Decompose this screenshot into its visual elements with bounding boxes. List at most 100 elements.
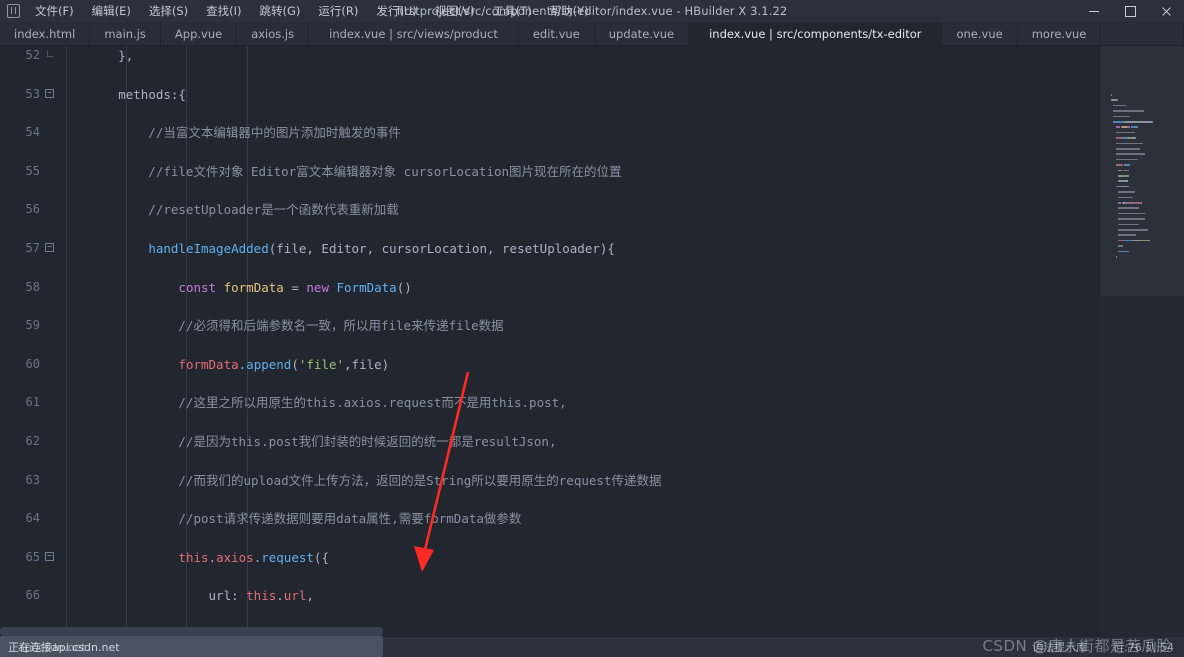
code-line-63[interactable]: 63 //而我们的upload文件上传方法，返回的是String所以要用原生的r…	[0, 471, 1099, 490]
maximize-button[interactable]	[1112, 0, 1148, 22]
editor-tab-1[interactable]: main.js	[90, 23, 161, 45]
code-line-60[interactable]: 60 formData.append('file',file)	[0, 355, 1099, 374]
minimap-token	[1113, 104, 1127, 107]
minimap-token	[1116, 99, 1118, 101]
cursor-position-label[interactable]: 行:76 列:54	[1113, 639, 1174, 655]
code-minimap[interactable]	[1099, 46, 1184, 636]
minimap-token	[1115, 148, 1141, 150]
editor-tab-8[interactable]: one.vue	[942, 23, 1018, 45]
menu-item-1[interactable]: 编辑(E)	[83, 1, 140, 21]
code-line-55[interactable]: 55 //file文件对象 Editor富文本编辑器对象 cursorLocat…	[0, 162, 1099, 181]
editor-tab-2[interactable]: App.vue	[160, 23, 238, 45]
editor-tab-4[interactable]: index.vue | src/views/product	[309, 23, 519, 45]
token: :{	[170, 86, 186, 102]
token: url	[208, 588, 232, 604]
code-line-52[interactable]: 52 },	[0, 46, 1099, 65]
code-line-62[interactable]: 62 //是因为this.post我们封装的时候返回的统一都是resultJso…	[0, 432, 1099, 451]
minimap-token	[1113, 110, 1144, 112]
minimap-token	[1118, 245, 1124, 247]
menu-item-7[interactable]: 视图(V)	[426, 1, 484, 21]
code-text-54: //当富文本编辑器中的图片添加时触发的事件	[58, 123, 1099, 142]
fold-marker-65[interactable]: −	[44, 548, 55, 567]
minimap-token	[1127, 250, 1129, 253]
token: new	[306, 279, 329, 295]
editor-tab-7[interactable]: index.vue | src/components/tx-editor	[689, 23, 943, 45]
code-text-55: //file文件对象 Editor富文本编辑器对象 cursorLocation…	[58, 162, 1099, 181]
line-number-63: 63	[25, 472, 40, 487]
code-line-65[interactable]: 65− this.axios.request({	[0, 548, 1099, 567]
hbuilderx-window: 文件(F) 编辑(E) 选择(S) 查找(I) 跳转(G) 运行(R) 发行(U) 视图(V)…	[0, 0, 1184, 657]
status-loading-toast: 正在连接api.csdn.net	[0, 636, 383, 657]
minimize-button[interactable]	[1076, 0, 1112, 22]
menu-item-6[interactable]: 发行(U)	[367, 1, 425, 21]
code-line-66[interactable]: 66 url: this.url,	[0, 586, 1099, 605]
close-button[interactable]	[1148, 0, 1184, 22]
minimap-token	[1110, 94, 1113, 96]
menu-item-5[interactable]: 运行(R)	[309, 1, 367, 21]
line-number-57: 57	[25, 240, 40, 255]
token: ){	[599, 240, 615, 256]
horizontal-scrollbar[interactable]	[0, 627, 383, 636]
tab-bar-filler	[1101, 23, 1184, 45]
token: append	[246, 356, 292, 372]
token: //file文件对象 Editor富文本编辑器对象 cursorLocation…	[58, 163, 622, 179]
minimap-token	[1118, 212, 1147, 215]
minimap-token	[1134, 137, 1136, 139]
menu-item-0[interactable]: 文件(F)	[26, 1, 83, 21]
code-text-61: //这里之所以用原生的this.axios.request而不是用this.po…	[58, 393, 1099, 412]
menu-item-2[interactable]: 选择(S)	[140, 1, 197, 21]
editor-tab-0[interactable]: index.html	[0, 23, 91, 45]
editor-tab-3[interactable]: axios.js	[237, 23, 310, 45]
editor-tab-5[interactable]: edit.vue	[518, 23, 595, 45]
token: file	[351, 356, 382, 372]
menu-item-8[interactable]: 工具(T)	[484, 1, 541, 21]
menu-item-3[interactable]: 查找(I)	[197, 1, 250, 21]
code-text-57: handleImageAdded(file, Editor, cursorLoc…	[58, 239, 1099, 258]
minimap-token	[1118, 191, 1136, 193]
code-canvas[interactable]: 52 }, 53− methods:{54 //当富文本编辑器中的图片添加时触发的…	[0, 46, 1099, 636]
minimap-token	[1123, 180, 1129, 182]
syntax-library-label[interactable]: 语法提示库	[1032, 639, 1087, 655]
minimap-viewport[interactable]	[1100, 46, 1184, 296]
line-number-66: 66	[25, 588, 40, 603]
line-number-60: 60	[25, 356, 40, 371]
menu-item-9[interactable]: 帮助(Y)	[541, 1, 598, 21]
code-line-61[interactable]: 61 //这里之所以用原生的this.axios.request而不是用this…	[0, 393, 1099, 412]
code-line-64[interactable]: 64 //post请求传递数据则要用data属性,需要formData做参数	[0, 509, 1099, 528]
token: .	[276, 588, 284, 604]
token: //post请求传递数据则要用data属性,需要formData做参数	[58, 511, 522, 527]
fold-marker-53[interactable]: −	[44, 85, 55, 104]
token: //当富文本编辑器中的图片添加时触发的事件	[58, 125, 401, 141]
token: this	[178, 549, 209, 565]
token: //而我们的upload文件上传方法，返回的是String所以要用原生的requ…	[58, 472, 662, 488]
editor-tab-6[interactable]: update.vue	[594, 23, 690, 45]
code-line-54[interactable]: 54 //当富文本编辑器中的图片添加时触发的事件	[0, 123, 1099, 142]
window-controls	[1076, 0, 1184, 22]
loading-text: 正在连接api.csdn.net	[8, 640, 120, 654]
code-line-59[interactable]: 59 //必须得和后端参数名一致，所以用file来传递file数据	[0, 316, 1099, 335]
line-number-53: 53	[25, 86, 40, 101]
token: ,	[344, 356, 352, 372]
minimap-token	[1118, 196, 1133, 199]
minimap-token	[1149, 239, 1151, 242]
editor-tab-9[interactable]: more.vue	[1017, 23, 1102, 45]
token: ()	[396, 279, 412, 295]
code-line-53[interactable]: 53− methods:{	[0, 85, 1099, 104]
code-lines[interactable]: 52 }, 53− methods:{54 //当富文本编辑器中的图片添加时触发的…	[0, 46, 1099, 636]
menu-item-4[interactable]: 跳转(G)	[251, 1, 310, 21]
line-number-62: 62	[25, 433, 40, 448]
minimap-token	[1115, 158, 1138, 161]
code-line-58[interactable]: 58 const formData = new FormData()	[0, 278, 1099, 297]
token: //resetUploader是一个函数代表重新加载	[58, 202, 399, 218]
minimap-token	[1118, 218, 1146, 220]
fold-marker-57[interactable]: −	[44, 239, 55, 258]
code-line-56[interactable]: 56 //resetUploader是一个函数代表重新加载	[0, 200, 1099, 219]
minimap-token	[1125, 121, 1153, 123]
code-text-53: methods:{	[58, 85, 1099, 104]
code-line-57[interactable]: 57− handleImageAdded(file, Editor, curso…	[0, 239, 1099, 258]
